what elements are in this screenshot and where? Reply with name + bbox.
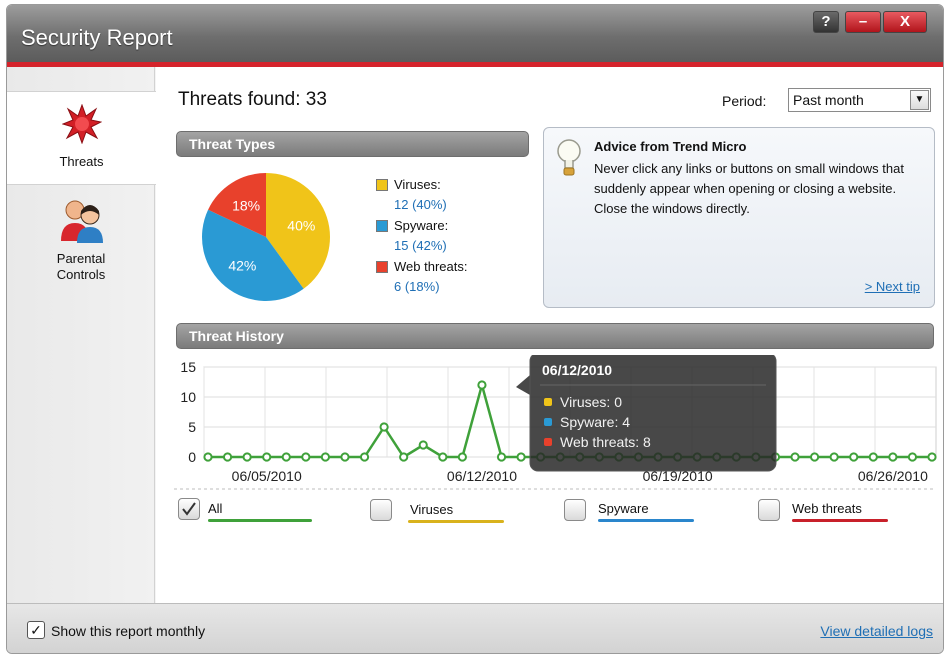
checkmark-icon <box>182 502 196 516</box>
sidebar-item-label: Threats <box>59 154 104 169</box>
data-point[interactable] <box>418 440 428 450</box>
data-point[interactable] <box>496 452 507 462</box>
threats-found-title: Threats found: 33 <box>178 89 327 110</box>
data-point[interactable] <box>927 452 937 462</box>
lightbulb-icon <box>557 139 581 176</box>
data-point[interactable] <box>242 452 252 462</box>
filter-web-threats-checkbox[interactable] <box>758 499 780 521</box>
data-point[interactable] <box>829 452 839 462</box>
filter-all-checkbox[interactable] <box>178 498 200 520</box>
legend-label-spyware: Spyware: <box>394 218 449 233</box>
x-tick-label: 06/12/2010 <box>447 468 517 484</box>
threat-types-pie-chart: 40% 42% 18% <box>202 173 330 301</box>
footer: ✓ Show this report monthly View detailed… <box>7 603 943 653</box>
x-tick-label: 06/26/2010 <box>858 468 928 484</box>
legend-value-spyware: 15 (42%) <box>394 238 447 253</box>
legend-value-web-threats: 6 (18%) <box>394 279 440 294</box>
show-monthly-checkbox[interactable]: ✓ <box>27 621 45 639</box>
data-point[interactable] <box>379 422 389 432</box>
data-point[interactable] <box>203 452 213 462</box>
pie-label-viruses: 40% <box>287 218 315 234</box>
data-point[interactable] <box>809 452 820 462</box>
legend-swatch-viruses <box>376 179 388 191</box>
pie-label-spyware: 42% <box>228 258 256 274</box>
data-point[interactable] <box>399 452 409 462</box>
tooltip-line: Web threats: 8 <box>560 434 651 450</box>
sidebar-item-parental-controls[interactable]: Parental Controls <box>7 191 155 301</box>
data-point[interactable] <box>457 452 467 462</box>
period-label: Period: <box>722 93 767 109</box>
threat-burst-icon <box>62 104 102 144</box>
tooltip-swatch <box>544 398 552 406</box>
threat-types-header: Threat Types <box>176 131 529 157</box>
filter-spyware-label: Spyware <box>598 501 649 516</box>
y-tick-label: 10 <box>180 389 196 405</box>
advice-title: Advice from Trend Micro <box>594 139 747 154</box>
period-dropdown[interactable]: Past month ▼ <box>788 88 931 112</box>
chart-tooltip: 06/12/2010 Viruses: 0 Spyware: 4 Web threat… <box>516 355 777 472</box>
filter-spyware-color-line <box>598 519 694 522</box>
title-bar: Security Report ? – X <box>7 5 943 63</box>
next-tip-link[interactable]: > Next tip <box>865 279 920 294</box>
tooltip-line: Viruses: 0 <box>560 394 622 410</box>
filter-all-color-line <box>208 519 312 522</box>
filter-viruses-color-line <box>408 520 504 523</box>
filter-all-label: All <box>208 501 223 516</box>
data-point[interactable] <box>516 452 526 462</box>
data-point[interactable] <box>888 452 898 462</box>
legend-swatch-web-threats <box>376 261 388 273</box>
tooltip-line: Spyware: 4 <box>560 414 630 430</box>
legend-swatch-spyware <box>376 220 388 232</box>
tooltip-swatch <box>544 418 552 426</box>
filter-viruses-checkbox[interactable] <box>370 499 392 521</box>
advice-text: Never click any links or buttons on smal… <box>594 161 904 216</box>
sidebar-item-threats[interactable]: Threats <box>7 91 156 185</box>
sidebar-item-label: Parental <box>56 251 106 266</box>
tooltip-swatch <box>544 438 552 446</box>
help-button[interactable]: ? <box>813 11 839 33</box>
close-button[interactable]: X <box>883 11 927 33</box>
data-point[interactable] <box>359 452 370 462</box>
data-point[interactable] <box>438 452 448 462</box>
legend-value-viruses: 12 (40%) <box>394 197 447 212</box>
y-tick-label: 15 <box>180 359 196 375</box>
filter-viruses-label: Viruses <box>410 502 454 517</box>
data-point[interactable] <box>281 452 291 462</box>
data-point[interactable] <box>868 452 878 462</box>
legend-label-viruses: Viruses: <box>394 177 441 192</box>
view-detailed-logs-link[interactable]: View detailed logs <box>820 623 933 639</box>
window-title: Security Report <box>21 25 173 50</box>
data-point[interactable] <box>262 452 272 462</box>
minimize-button[interactable]: – <box>845 11 881 33</box>
filter-spyware-checkbox[interactable] <box>564 499 586 521</box>
main-content: Threats found: 33 Period: Past month ▼ T… <box>156 67 943 603</box>
filter-web-threats-color-line <box>792 519 888 522</box>
chevron-down-icon[interactable]: ▼ <box>910 90 929 110</box>
data-point[interactable] <box>340 452 350 462</box>
sidebar-item-label: Controls <box>56 267 106 282</box>
threat-history-header: Threat History <box>176 323 934 349</box>
y-tick-label: 0 <box>188 449 196 465</box>
data-point[interactable] <box>790 452 800 462</box>
legend-label-web-threats: Web threats: <box>394 259 468 274</box>
data-point[interactable] <box>222 452 233 462</box>
security-report-window: Security Report ? – X Threats Parental C… <box>6 4 944 654</box>
show-monthly-label: Show this report monthly <box>51 623 206 639</box>
pie-label-web-threats: 18% <box>232 198 260 214</box>
filter-web-threats-label: Web threats <box>792 501 862 516</box>
parents-icon <box>61 200 103 243</box>
sidebar: Threats Parental Controls <box>7 67 156 603</box>
y-tick-label: 5 <box>188 419 196 435</box>
tooltip-date: 06/12/2010 <box>542 362 612 378</box>
data-point[interactable] <box>320 452 331 462</box>
advice-panel: Advice from Trend Micro Never click any … <box>543 127 935 308</box>
x-tick-label: 06/05/2010 <box>232 468 302 484</box>
data-point[interactable] <box>907 452 918 462</box>
threat-history-line-chart: 05101506/05/2010 06/12/2010 06/19/2010 06/2… <box>174 355 937 490</box>
data-point[interactable] <box>477 380 487 390</box>
data-point[interactable] <box>301 452 311 462</box>
data-point[interactable] <box>849 452 859 462</box>
period-selected-value: Past month <box>793 92 864 108</box>
